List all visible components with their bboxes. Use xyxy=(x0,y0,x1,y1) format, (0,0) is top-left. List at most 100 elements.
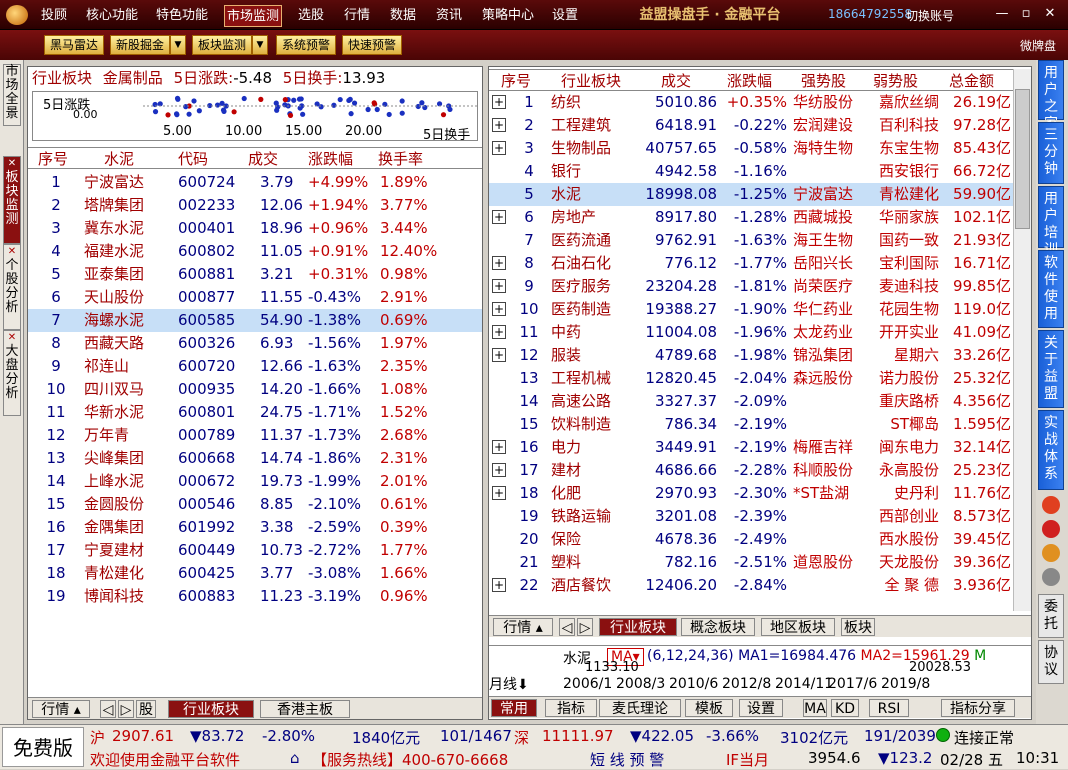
table-row[interactable]: +18 化肥 2970.93 -2.30% *ST盐湖 史丹利 11.76亿 xyxy=(489,482,1013,505)
col-change[interactable]: 涨跌幅 xyxy=(308,148,353,170)
right-tab[interactable]: 关于益盟 xyxy=(1038,330,1064,408)
tab-next-icon[interactable]: ▷ xyxy=(118,700,134,718)
kline-tool[interactable]: KD xyxy=(831,699,859,717)
col-turnover[interactable]: 换手率 xyxy=(378,148,423,170)
expand-icon[interactable]: + xyxy=(492,325,506,339)
table-row[interactable]: 11 华新水泥 600801 24.75 -1.71% 1.52% xyxy=(28,401,482,424)
table-row[interactable]: 21 塑料 782.16 -2.51% 道恩股份 天龙股份 39.36亿 xyxy=(489,551,1013,574)
right-tab[interactable]: 软件使用 xyxy=(1038,250,1064,328)
menu-item[interactable]: 核心功能 xyxy=(84,5,140,27)
tab-hk-main-board[interactable]: 香港主板 xyxy=(260,700,350,718)
table-row[interactable]: +17 建材 4686.66 -2.28% 科顺股份 永高股份 25.23亿 xyxy=(489,459,1013,482)
table-row[interactable]: +9 医疗服务 23204.28 -1.81% 尚荣医疗 麦迪科技 99.85亿 xyxy=(489,275,1013,298)
table-row[interactable]: +2 工程建筑 6418.91 -0.22% 宏润建设 百利科技 97.28亿 xyxy=(489,114,1013,137)
quick-alert-button[interactable]: 快速预警 xyxy=(342,35,402,55)
kline-tool[interactable]: 设置 xyxy=(739,699,783,717)
right-tab[interactable]: 委托 xyxy=(1038,594,1064,638)
vertical-scrollbar[interactable] xyxy=(1013,69,1031,611)
switch-account-link[interactable]: 切换账号 xyxy=(906,7,954,24)
menu-item[interactable]: 市场监测 xyxy=(224,5,282,27)
side-tab[interactable]: ✕ 板块监测 xyxy=(3,156,21,244)
kline-tool[interactable]: 模板 xyxy=(685,699,733,717)
quick-icon[interactable] xyxy=(1042,544,1060,562)
col-weak[interactable]: 弱势股 xyxy=(873,70,918,92)
table-row[interactable]: 1 宁波富达 600724 3.79 +4.99% 1.89% xyxy=(28,171,482,194)
expand-icon[interactable]: + xyxy=(492,486,506,500)
table-row[interactable]: +16 电力 3449.91 -2.19% 梅雁吉祥 闽东电力 32.14亿 xyxy=(489,436,1013,459)
col-no[interactable]: 序号 xyxy=(38,148,68,170)
col-code[interactable]: 代码 xyxy=(178,148,208,170)
right-tab[interactable]: 用户培训 xyxy=(1038,186,1064,258)
table-row[interactable]: 4 福建水泥 600802 11.05 +0.91% 12.40% xyxy=(28,240,482,263)
ipo-button[interactable]: 新股掘金 xyxy=(110,35,170,55)
col-volume[interactable]: 成交 xyxy=(248,148,278,170)
kline-tool[interactable]: 指标分享 xyxy=(941,699,1015,717)
table-row[interactable]: 19 博闻科技 600883 11.23 -3.19% 0.96% xyxy=(28,585,482,608)
kline-tool[interactable]: 麦氏理论 xyxy=(599,699,681,717)
table-row[interactable]: 14 高速公路 3327.37 -2.09% 重庆路桥 4.356亿 xyxy=(489,390,1013,413)
menu-item[interactable]: 投顾 xyxy=(34,5,74,27)
expand-icon[interactable]: + xyxy=(492,256,506,270)
table-row[interactable]: 18 青松建化 600425 3.77 -3.08% 1.66% xyxy=(28,562,482,585)
tab-region-sector[interactable]: 地区板块 xyxy=(761,618,835,636)
tab-stock[interactable]: 股 xyxy=(136,700,156,718)
expand-icon[interactable]: + xyxy=(492,95,506,109)
maximize-icon[interactable]: ▫ xyxy=(1018,6,1034,22)
tab-sector[interactable]: 板块 xyxy=(841,618,875,636)
table-row[interactable]: +11 中药 11004.08 -1.96% 太龙药业 开开实业 41.09亿 xyxy=(489,321,1013,344)
col-change[interactable]: 涨跌幅 xyxy=(727,70,772,92)
table-row[interactable]: +22 酒店餐饮 12406.20 -2.84% 全 聚 德 3.936亿 xyxy=(489,574,1013,597)
table-row[interactable]: 3 冀东水泥 000401 18.96 +0.96% 3.44% xyxy=(28,217,482,240)
table-row[interactable]: 2 塔牌集团 002233 12.06 +1.94% 3.77% xyxy=(28,194,482,217)
quick-icon[interactable] xyxy=(1042,568,1060,586)
table-row[interactable]: 8 西藏天路 600326 6.93 -1.56% 1.97% xyxy=(28,332,482,355)
expand-icon[interactable]: + xyxy=(492,578,506,592)
sector-dropdown-icon[interactable]: ▼ xyxy=(252,35,268,55)
expand-icon[interactable]: + xyxy=(492,302,506,316)
kline-tool[interactable]: RSI xyxy=(869,699,909,717)
table-row[interactable]: 13 尖峰集团 600668 14.74 -1.86% 2.31% xyxy=(28,447,482,470)
minimize-icon[interactable]: — xyxy=(994,6,1010,22)
tab-industry-sector[interactable]: 行业板块 xyxy=(599,618,677,636)
table-row[interactable]: 15 金圆股份 000546 8.85 -2.10% 0.61% xyxy=(28,493,482,516)
menu-item[interactable]: 设置 xyxy=(548,5,582,27)
kline-tool[interactable]: 常用 xyxy=(491,699,537,717)
close-icon[interactable]: ✕ xyxy=(4,331,20,345)
col-strong[interactable]: 强势股 xyxy=(801,70,846,92)
table-row[interactable]: 5 亚泰集团 600881 3.21 +0.31% 0.98% xyxy=(28,263,482,286)
expand-icon[interactable]: + xyxy=(492,279,506,293)
short-term-alert[interactable]: 短 线 预 警 xyxy=(590,749,664,770)
menu-item[interactable]: 选股 xyxy=(294,5,328,27)
expand-icon[interactable]: + xyxy=(492,118,506,132)
table-row[interactable]: 7 海螺水泥 600585 54.90 -1.38% 0.69% xyxy=(28,309,482,332)
col-no[interactable]: 序号 xyxy=(501,70,531,92)
menu-item[interactable]: 数据 xyxy=(386,5,420,27)
menu-item[interactable]: 行情 xyxy=(340,5,374,27)
close-icon[interactable]: ✕ xyxy=(1042,6,1058,22)
table-row[interactable]: 16 金隅集团 601992 3.38 -2.59% 0.39% xyxy=(28,516,482,539)
col-sector[interactable]: 行业板块 xyxy=(561,70,621,92)
tab-prev-icon[interactable]: ◁ xyxy=(559,618,575,636)
side-tab[interactable]: 市场全景 xyxy=(3,64,21,126)
table-row[interactable]: 19 铁路运输 3201.08 -2.39% 西部创业 8.573亿 xyxy=(489,505,1013,528)
table-row[interactable]: 10 四川双马 000935 14.20 -1.66% 1.08% xyxy=(28,378,482,401)
table-row[interactable]: 14 上峰水泥 000672 19.73 -1.99% 2.01% xyxy=(28,470,482,493)
table-row[interactable]: 9 祁连山 600720 12.66 -1.63% 2.35% xyxy=(28,355,482,378)
menu-item[interactable]: 资讯 xyxy=(432,5,466,27)
right-tab[interactable]: 三分钟 xyxy=(1038,122,1064,184)
home-icon[interactable]: ⌂ xyxy=(290,749,300,767)
table-row[interactable]: 20 保险 4678.36 -2.49% 西水股份 39.45亿 xyxy=(489,528,1013,551)
table-row[interactable]: 15 饮料制造 786.34 -2.19% ST椰岛 1.595亿 xyxy=(489,413,1013,436)
expand-icon[interactable]: + xyxy=(492,348,506,362)
menu-item[interactable]: 策略中心 xyxy=(478,5,538,27)
ipo-dropdown-icon[interactable]: ▼ xyxy=(170,35,186,55)
table-row[interactable]: 6 天山股份 000877 11.55 -0.43% 2.91% xyxy=(28,286,482,309)
table-row[interactable]: +10 医药制造 19388.27 -1.90% 华仁药业 花园生物 119.0亿 xyxy=(489,298,1013,321)
weipan-link[interactable]: 微牌盘 xyxy=(1020,37,1056,54)
tab-industry-sector[interactable]: 行业板块 xyxy=(168,700,254,718)
tab-next-icon[interactable]: ▷ xyxy=(577,618,593,636)
table-row[interactable]: +6 房地产 8917.80 -1.28% 西藏城投 华丽家族 102.1亿 xyxy=(489,206,1013,229)
table-row[interactable]: 13 工程机械 12820.45 -2.04% 森远股份 诺力股份 25.32亿 xyxy=(489,367,1013,390)
heima-radar-button[interactable]: 黑马雷达 xyxy=(44,35,104,55)
tab-prev-icon[interactable]: ◁ xyxy=(100,700,116,718)
